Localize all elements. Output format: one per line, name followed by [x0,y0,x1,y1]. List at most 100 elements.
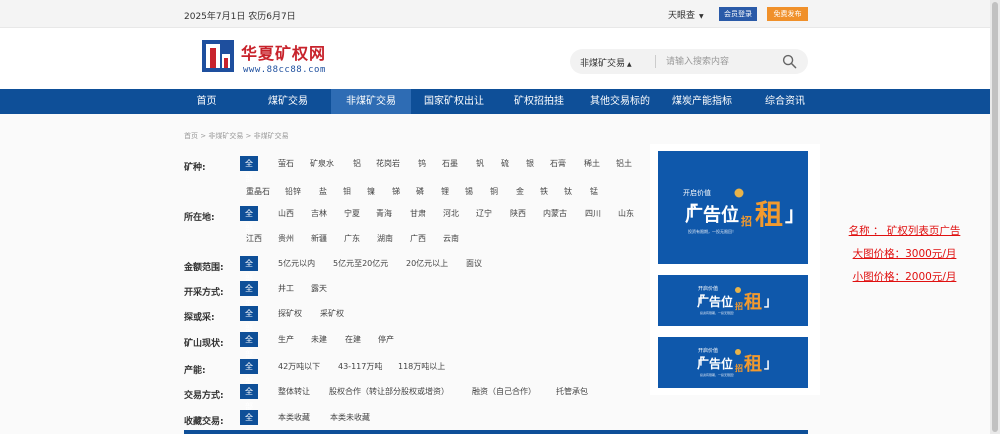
svg-text:开启价值: 开启价值 [698,347,718,354]
filter-all-button[interactable]: 全部 [240,156,258,183]
filter-all-button[interactable]: 全部 [240,332,258,359]
filter-option[interactable]: 磷 [416,184,424,199]
nav-item-auction[interactable]: 矿权招拍挂 [503,89,575,114]
filter-all-button[interactable]: 全部 [240,359,258,386]
filter-option[interactable]: 整体转让 [278,384,310,399]
filter-option[interactable]: 山东 [618,206,634,221]
filter-option[interactable]: 42万吨以下 [278,359,320,374]
filter-option[interactable]: 金 [516,184,524,199]
filter-option[interactable]: 青海 [376,206,392,221]
filter-option[interactable]: 花岗岩 [376,156,400,171]
filter-option[interactable]: 锡 [465,184,473,199]
filter-option[interactable]: 43-117万吨 [338,359,382,374]
scrollbar-thumb[interactable] [992,2,998,432]
filter-option[interactable]: 铜 [490,184,498,199]
login-button[interactable]: 会员登录 [719,7,757,21]
filter-option[interactable]: 铝土 [616,156,632,171]
search-input[interactable] [666,54,776,69]
ad-banner-small-2[interactable]: 开启价值 「 广告位 招 租 」 投资有限期，一投无限回！ [658,337,808,388]
filter-option[interactable]: 铝 [353,156,361,171]
filter-option[interactable]: 河北 [443,206,459,221]
filter-label: 矿种: [184,163,206,173]
filter-option[interactable]: 5亿元至20亿元 [333,256,388,271]
filter-option[interactable]: 盐 [319,184,327,199]
filter-option[interactable]: 陕西 [510,206,526,221]
filter-option[interactable]: 在建 [345,332,361,347]
filter-all-button[interactable]: 全部 [240,384,258,411]
svg-text:投资有限期，一投无限回！: 投资有限期，一投无限回！ [700,310,736,315]
nav-item-non-coal[interactable]: 非煤矿交易 [331,89,411,114]
filter-option[interactable]: 托管承包 [556,384,588,399]
filter-option[interactable]: 新疆 [311,231,327,246]
filter-option[interactable]: 钛 [564,184,572,199]
filter-option[interactable]: 镍 [367,184,375,199]
filter-option[interactable]: 石膏 [550,156,566,171]
filter-option[interactable]: 江西 [246,231,262,246]
filter-option[interactable]: 股权合作（转让部分股权或增资） [329,384,449,399]
filter-option[interactable]: 本类收藏 [278,410,310,425]
brand-name[interactable]: 华夏矿权网 [241,40,326,64]
filter-option[interactable]: 5亿元以内 [278,256,315,271]
filter-option[interactable]: 融资（自己合作） [472,384,536,399]
filter-option[interactable]: 露天 [311,281,327,296]
filter-option[interactable]: 本类未收藏 [330,410,370,425]
filter-option[interactable]: 锰 [590,184,598,199]
filter-all-button[interactable]: 全部 [240,306,258,333]
nav-item-national[interactable]: 国家矿权出让 [416,89,492,114]
filter-option[interactable]: 贵州 [278,231,294,246]
filter-option[interactable]: 广西 [410,231,426,246]
filter-option[interactable]: 重晶石 [246,184,270,199]
filter-option[interactable]: 钨 [418,156,426,171]
filter-option[interactable]: 吉林 [311,206,327,221]
filter-option[interactable]: 硫 [501,156,509,171]
filter-option[interactable]: 广东 [344,231,360,246]
filter-option[interactable]: 钒 [476,156,484,171]
nav-item-coal[interactable]: 煤矿交易 [255,89,321,114]
filter-option[interactable]: 四川 [585,206,601,221]
nav-item-home[interactable]: 首页 [184,89,229,114]
ad-banner-small-1[interactable]: 开启价值 「 广告位 招 租 」 投资有限期，一投无限回！ [658,275,808,326]
filter-all-button[interactable]: 全部 [240,281,258,308]
filter-option[interactable]: 采矿权 [320,306,344,321]
filter-option[interactable]: 生产 [278,332,294,347]
nav-item-other[interactable]: 其他交易标的 [582,89,658,114]
filter-option[interactable]: 铅锌 [285,184,301,199]
filter-option[interactable]: 矿泉水 [310,156,334,171]
filter-option[interactable]: 探矿权 [278,306,302,321]
publish-button[interactable]: 免费发布 [767,7,808,21]
nav-item-capacity[interactable]: 煤炭产能指标 [664,89,740,114]
filter-option[interactable]: 面议 [466,256,482,271]
logo-icon[interactable] [202,40,234,72]
filter-option[interactable]: 钼 [343,184,351,199]
filter-option[interactable]: 20亿元以上 [406,256,448,271]
filter-option[interactable]: 云南 [443,231,459,246]
filter-option[interactable]: 井工 [278,281,294,296]
filter-option[interactable]: 湖南 [377,231,393,246]
filter-option[interactable]: 甘肃 [410,206,426,221]
filter-option[interactable]: 118万吨以上 [398,359,445,374]
tianyancha-dropdown[interactable]: 天眼查 ▼ [668,8,704,21]
search-category-select[interactable]: 非煤矿交易 ▲ [580,56,632,69]
nav-item-news[interactable]: 综合资讯 [752,89,818,114]
filter-option[interactable]: 宁夏 [344,206,360,221]
filter-option[interactable]: 停产 [378,332,394,347]
filter-option[interactable]: 石墨 [442,156,458,171]
filter-option[interactable]: 锑 [392,184,400,199]
ad-banner-large[interactable]: 开启价值 「 广告位 招 租 」 投资有限期，一投无限回！ [658,151,808,264]
search-icon[interactable] [782,54,797,69]
filter-label: 金额范围: [184,263,224,273]
filter-option[interactable]: 内蒙古 [543,206,567,221]
filter-option[interactable]: 山西 [278,206,294,221]
filter-option[interactable]: 辽宁 [476,206,492,221]
filter-option[interactable]: 银 [526,156,534,171]
filter-all-button[interactable]: 全部 [240,206,258,233]
filter-all-button[interactable]: 全部 [240,410,258,434]
filter-option[interactable]: 稀土 [584,156,600,171]
filter-all-button[interactable]: 全部 [240,256,258,283]
filter-option[interactable]: 未建 [311,332,327,347]
filter-option[interactable]: 铁 [540,184,548,199]
filter-option[interactable]: 萤石 [278,156,294,171]
scrollbar[interactable] [990,0,1000,434]
svg-text:租: 租 [744,291,762,313]
filter-option[interactable]: 锂 [441,184,449,199]
